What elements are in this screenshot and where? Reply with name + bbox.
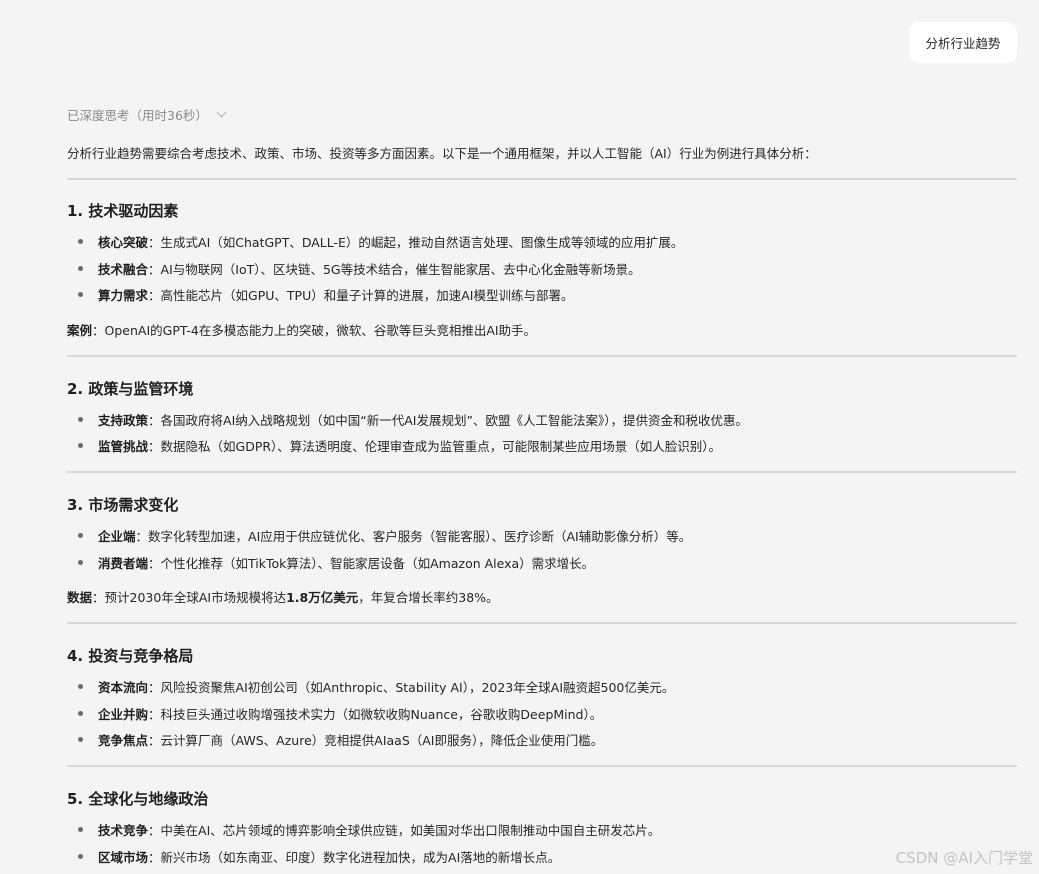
note-text: ：OpenAI的GPT-4在多模态能力上的突破，微软、谷歌等巨头竞相推出AI助手… bbox=[92, 323, 537, 338]
section-title: 3. 市场需求变化 bbox=[67, 496, 179, 514]
section-divider bbox=[67, 355, 1017, 357]
list-item: 算力需求 ：高性能芯片（如GPU、TPU）和量子计算的进展，加速AI模型训练与部署… bbox=[78, 285, 573, 304]
case-note: 案例：OpenAI的GPT-4在多模态能力上的突破，微软、谷歌等巨头竞相推出AI… bbox=[67, 320, 536, 339]
bullet-label: 资本流向 bbox=[98, 680, 149, 695]
bullet-dot bbox=[78, 684, 83, 689]
bullet-text: ：云计算厂商（AWS、Azure）竞相提供AIaaS（AI即服务），降低企业使用… bbox=[148, 733, 604, 748]
thinking-toggle[interactable]: 已深度思考（用时36秒） bbox=[67, 105, 227, 124]
bullet-label: 消费者端 bbox=[98, 556, 149, 571]
bullet-label: 支持政策 bbox=[98, 413, 149, 428]
bullet-dot bbox=[78, 292, 83, 297]
section-divider bbox=[67, 178, 1017, 180]
bullet-text: ：生成式AI（如ChatGPT、DALL-E）的崛起，推动自然语言处理、图像生成… bbox=[148, 235, 684, 250]
section-title: 1. 技术驱动因素 bbox=[67, 202, 179, 220]
note-text: ：预计2030年全球AI市场规模将达 bbox=[92, 590, 287, 605]
bullet-label: 企业并购 bbox=[98, 707, 149, 722]
section-divider bbox=[67, 622, 1017, 624]
bullet-text: ：AI与物联网（IoT）、区块链、5G等技术结合，催生智能家居、去中心化金融等新… bbox=[148, 262, 641, 277]
user-message-text: 分析行业趋势 bbox=[925, 36, 1001, 51]
data-note: 数据：预计2030年全球AI市场规模将达1.8万亿美元，年复合增长率约38%。 bbox=[67, 587, 499, 606]
list-item: 技术融合 ：AI与物联网（IoT）、区块链、5G等技术结合，催生智能家居、去中心化… bbox=[78, 259, 641, 278]
bullet-label: 竞争焦点 bbox=[98, 733, 149, 748]
list-item: 资本流向 ：风险投资聚焦AI初创公司（如Anthropic、Stability A… bbox=[78, 677, 674, 696]
bullet-text: ：中美在AI、芯片领域的博弈影响全球供应链，如美国对华出口限制推动中国自主研发芯… bbox=[148, 823, 661, 838]
bullet-dot bbox=[78, 266, 83, 271]
bullet-text: ：个性化推荐（如TikTok算法）、智能家居设备（如Amazon Alexa）需… bbox=[148, 556, 595, 571]
list-item: 企业并购 ：科技巨头通过收购增强技术实力（如微软收购Nuance，谷歌收购Deep… bbox=[78, 704, 602, 723]
bullet-dot bbox=[78, 711, 83, 716]
intro-paragraph: 分析行业趋势需要综合考虑技术、政策、市场、投资等多方面因素。以下是一个通用框架，… bbox=[67, 146, 817, 161]
bullet-dot bbox=[78, 443, 83, 448]
list-item: 支持政策 ：各国政府将AI纳入战略规划（如中国“新一代AI发展规划”、欧盟《人工智… bbox=[78, 410, 748, 429]
section-title: 5. 全球化与地缘政治 bbox=[67, 790, 209, 808]
bullet-text: ：新兴市场（如东南亚、印度）数字化进程加快，成为AI落地的新增长点。 bbox=[148, 850, 561, 865]
list-item: 监管挑战 ：数据隐私（如GDPR）、算法透明度、伦理审查成为监管重点，可能限制某些… bbox=[78, 436, 721, 455]
list-item: 企业端 ：数字化转型加速，AI应用于供应链优化、客户服务（智能客服）、医疗诊断（A… bbox=[78, 526, 691, 545]
bullet-dot bbox=[78, 854, 83, 859]
list-item: 核心突破 ：生成式AI（如ChatGPT、DALL-E）的崛起，推动自然语言处理、… bbox=[78, 232, 683, 251]
bullet-dot bbox=[78, 533, 83, 538]
note-highlight: 1.8万亿美元 bbox=[286, 590, 359, 605]
user-message-bubble: 分析行业趋势 bbox=[909, 22, 1017, 63]
section-title: 4. 投资与竞争格局 bbox=[67, 647, 194, 665]
list-item: 区域市场 ：新兴市场（如东南亚、印度）数字化进程加快，成为AI落地的新增长点。 bbox=[78, 847, 560, 866]
chevron-down-icon bbox=[216, 107, 227, 118]
list-item: 技术竞争 ：中美在AI、芯片领域的博弈影响全球供应链，如美国对华出口限制推动中国自… bbox=[78, 820, 660, 839]
note-label: 数据 bbox=[67, 590, 93, 605]
bullet-label: 技术融合 bbox=[98, 262, 149, 277]
bullet-label: 算力需求 bbox=[98, 288, 149, 303]
bullet-dot bbox=[78, 560, 83, 565]
bullet-dot bbox=[78, 827, 83, 832]
bullet-text: ：数字化转型加速，AI应用于供应链优化、客户服务（智能客服）、医疗诊断（AI辅助… bbox=[135, 529, 692, 544]
bullet-label: 监管挑战 bbox=[98, 439, 149, 454]
bullet-text: ：科技巨头通过收购增强技术实力（如微软收购Nuance，谷歌收购DeepMind… bbox=[148, 707, 603, 722]
bullet-dot bbox=[78, 417, 83, 422]
watermark: CSDN @AI入门学堂 bbox=[895, 849, 1033, 867]
section-divider bbox=[67, 471, 1017, 473]
section-title: 2. 政策与监管环境 bbox=[67, 380, 194, 398]
bullet-label: 技术竞争 bbox=[98, 823, 149, 838]
bullet-text: ：风险投资聚焦AI初创公司（如Anthropic、Stability AI），2… bbox=[148, 680, 675, 695]
bullet-dot bbox=[78, 737, 83, 742]
thinking-label: 已深度思考（用时36秒） bbox=[67, 108, 208, 123]
bullet-label: 核心突破 bbox=[98, 235, 149, 250]
bullet-text: ：数据隐私（如GDPR）、算法透明度、伦理审查成为监管重点，可能限制某些应用场景… bbox=[148, 439, 722, 454]
section-divider bbox=[67, 765, 1017, 767]
note-label: 案例 bbox=[67, 323, 93, 338]
bullet-label: 企业端 bbox=[98, 529, 136, 544]
list-item: 竞争焦点 ：云计算厂商（AWS、Azure）竞相提供AIaaS（AI即服务），降低… bbox=[78, 730, 603, 749]
note-text: ，年复合增长率约38%。 bbox=[358, 590, 499, 605]
bullet-label: 区域市场 bbox=[98, 850, 149, 865]
bullet-text: ：高性能芯片（如GPU、TPU）和量子计算的进展，加速AI模型训练与部署。 bbox=[148, 288, 574, 303]
list-item: 消费者端 ：个性化推荐（如TikTok算法）、智能家居设备（如Amazon Ale… bbox=[78, 553, 594, 572]
bullet-dot bbox=[78, 239, 83, 244]
bullet-text: ：各国政府将AI纳入战略规划（如中国“新一代AI发展规划”、欧盟《人工智能法案》… bbox=[148, 413, 748, 428]
